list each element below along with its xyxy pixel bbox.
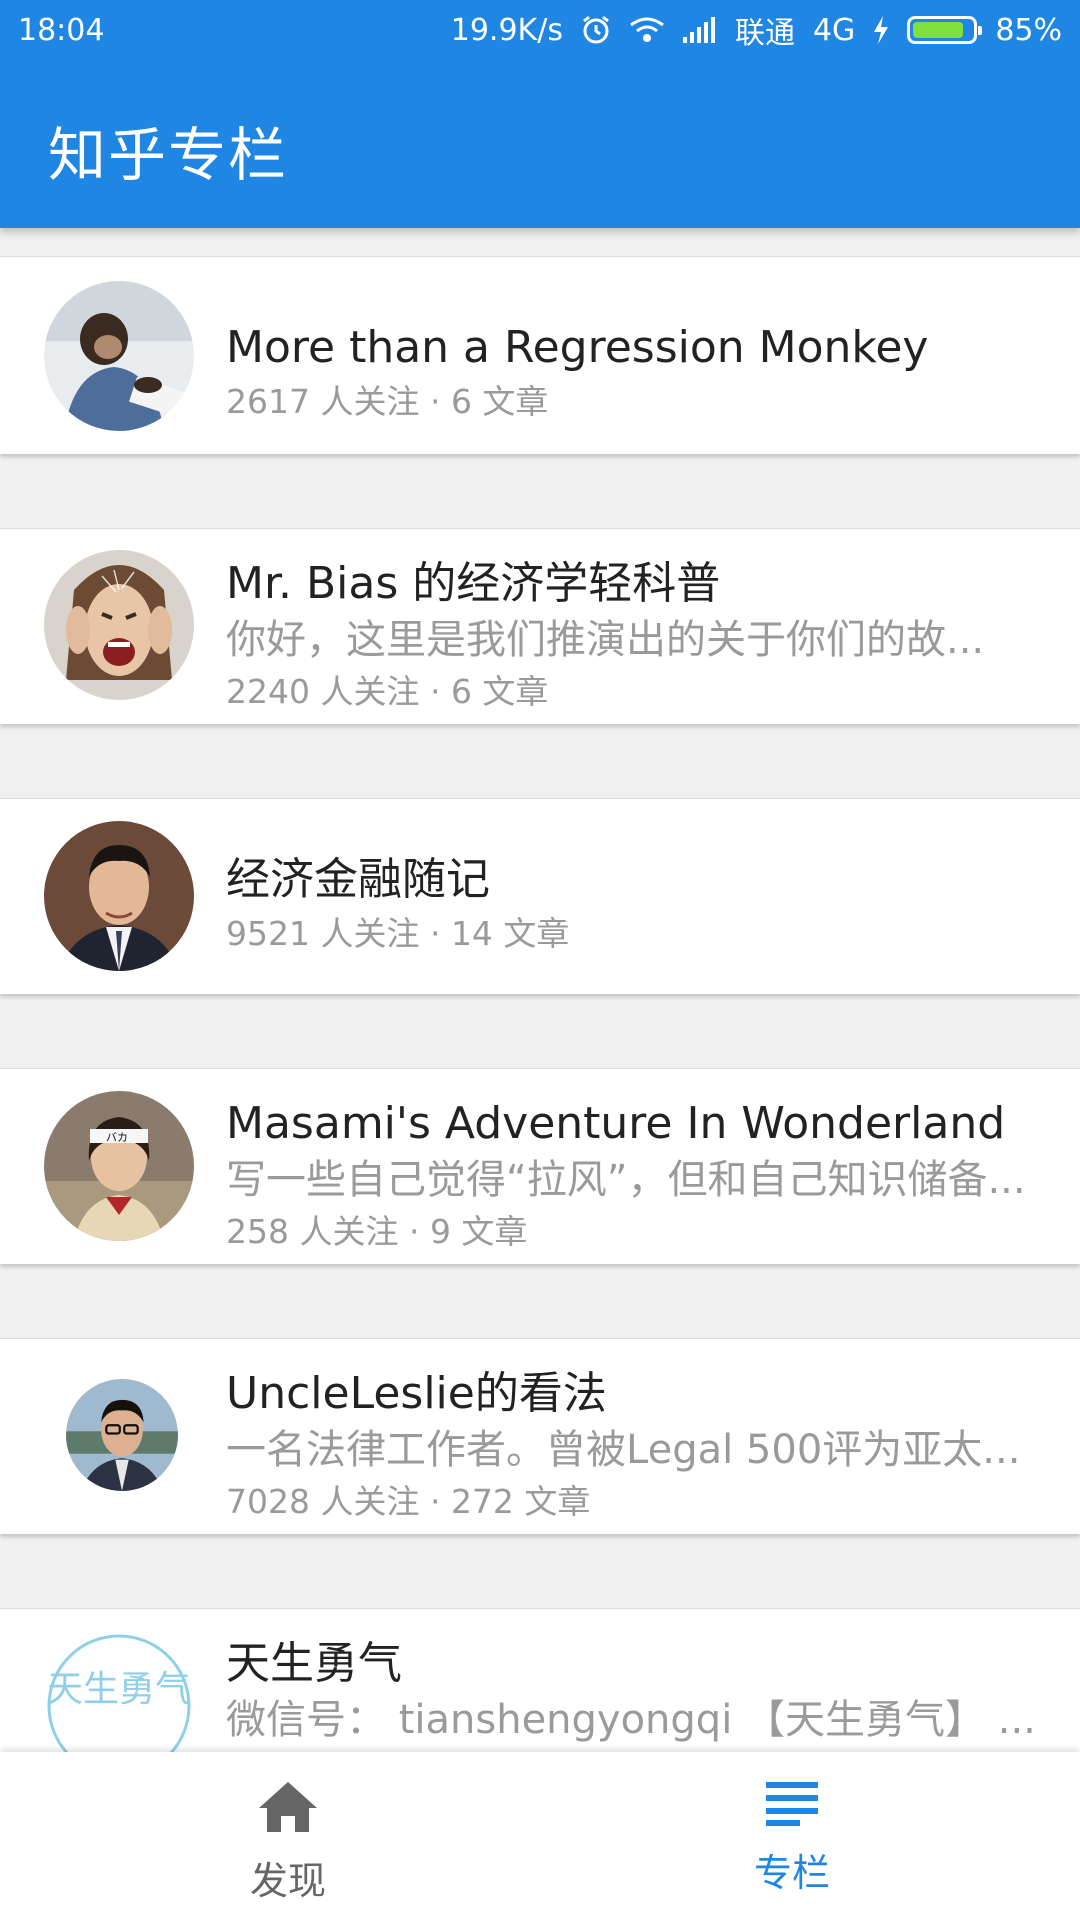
column-title: More than a Regression Monkey	[226, 322, 929, 373]
man-glasses-avatar	[66, 1379, 178, 1491]
column-meta: 9521 人关注 · 14 文章	[226, 914, 570, 953]
column-card[interactable]: 经济金融随记 9521 人关注 · 14 文章	[0, 798, 1080, 994]
column-card[interactable]: バカ Masami's Adventure In Wonderland 写一些自…	[0, 1068, 1080, 1264]
page-title: 知乎专栏	[48, 121, 289, 189]
column-title: Masami's Adventure In Wonderland	[226, 1098, 1006, 1149]
status-time: 18:04	[18, 12, 105, 48]
column-description: 写一些自己觉得“拉风”，但和自己知识储备...	[226, 1157, 1026, 1203]
man-in-suit-avatar	[44, 821, 194, 971]
status-bar: 18:04 19.9K/s 联通 4G 85%	[0, 0, 1080, 60]
column-meta: 258 人关注 · 9 文章	[226, 1212, 528, 1251]
column-title: 天生勇气	[226, 1638, 402, 1689]
avatar-logo-text: 天生勇气	[47, 1669, 191, 1710]
column-meta: 2617 人关注 · 6 文章	[226, 382, 549, 421]
network-type: 4G	[812, 12, 856, 48]
monkey-avatar	[44, 281, 194, 431]
home-icon	[257, 1780, 319, 1838]
column-title: Mr. Bias 的经济学轻科普	[226, 558, 721, 609]
column-description: 你好，这里是我们推演出的关于你们的故...	[226, 617, 985, 663]
column-meta: 2240 人关注 · 6 文章	[226, 672, 549, 711]
screaming-woman-avatar	[44, 550, 194, 700]
nav-tab-columns[interactable]: 专栏	[692, 1752, 892, 1920]
nav-tab-discover[interactable]: 发现	[188, 1752, 388, 1920]
battery-icon	[907, 16, 983, 44]
wifi-icon	[629, 16, 665, 44]
column-card[interactable]: UncleLeslie的看法 一名法律工作者。曾被Legal 500评为亚太..…	[0, 1338, 1080, 1534]
bottom-navigation: 发现 专栏	[0, 1752, 1080, 1920]
nav-tab-label: 发现	[249, 1859, 326, 1903]
column-card[interactable]: Mr. Bias 的经济学轻科普 你好，这里是我们推演出的关于你们的故... 2…	[0, 528, 1080, 724]
girl-headband-avatar: バカ	[44, 1091, 194, 1241]
column-description: 一名法律工作者。曾被Legal 500评为亚太...	[226, 1427, 1021, 1473]
charging-icon	[873, 16, 889, 44]
network-speed: 19.9K/s	[450, 12, 563, 48]
column-title: UncleLeslie的看法	[226, 1368, 607, 1419]
column-description: 微信号： tianshengyongqi 【天生勇气】 ...	[226, 1697, 1036, 1743]
top-app-bar: 18:04 19.9K/s 联通 4G 85% 知乎专栏	[0, 0, 1080, 228]
nav-tab-label: 专栏	[753, 1851, 830, 1895]
column-title: 经济金融随记	[226, 854, 490, 905]
carrier-label: 联通	[734, 16, 795, 51]
signal-icon	[682, 17, 717, 43]
svg-text:バカ: バカ	[106, 1131, 128, 1144]
battery-percent: 85%	[995, 12, 1062, 48]
list-icon	[766, 1780, 818, 1830]
column-meta: 7028 人关注 · 272 文章	[226, 1482, 591, 1521]
alarm-icon	[581, 15, 611, 45]
column-card[interactable]: More than a Regression Monkey 2617 人关注 ·…	[0, 256, 1080, 454]
